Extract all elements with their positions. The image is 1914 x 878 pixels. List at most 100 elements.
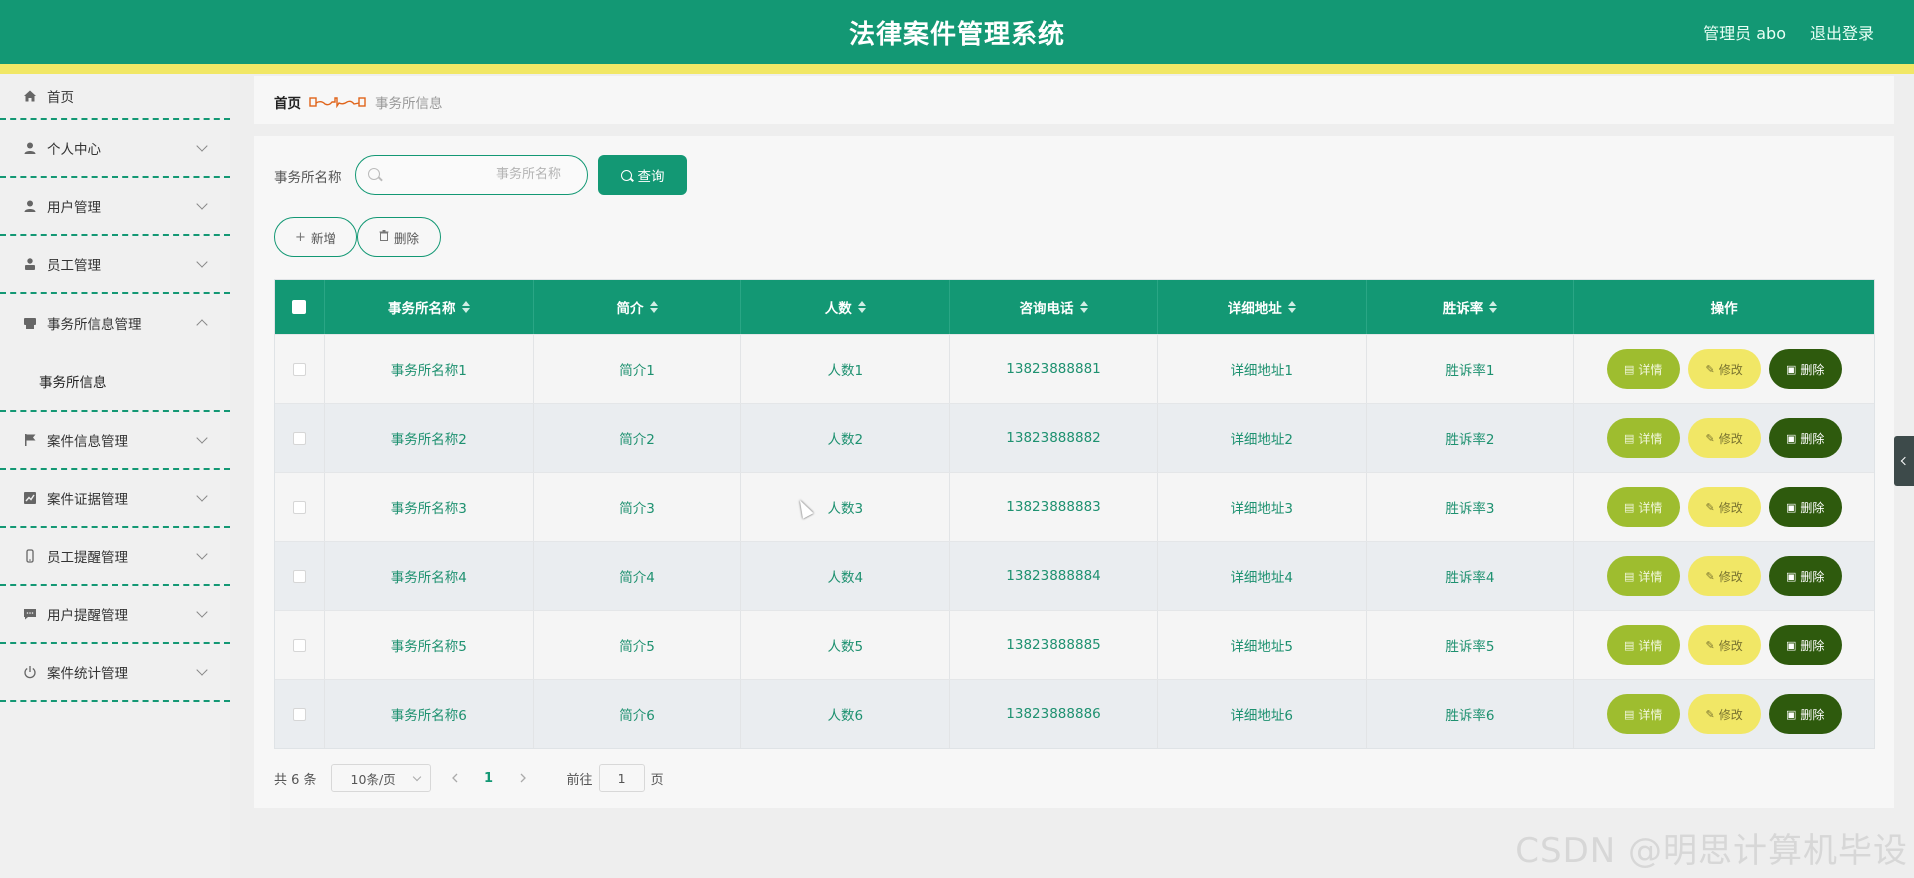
column-header[interactable]: 简介 [534, 280, 742, 334]
delete-button[interactable]: ▣ 删除 [1768, 556, 1842, 596]
sidebar-item-evidence-management[interactable]: 案件证据管理 [0, 470, 230, 528]
sidebar-item-firm-management[interactable]: 事务所信息管理 [0, 294, 230, 352]
breadcrumb-home[interactable]: 首页 [274, 92, 301, 112]
sidebar-subitem-firm-info[interactable]: 事务所信息 [0, 352, 230, 412]
delete-button[interactable]: ▣ 删除 [1768, 694, 1842, 734]
pencil-icon: ✎ [1705, 569, 1715, 583]
edit-button[interactable]: ✎ 修改 [1687, 556, 1761, 596]
delete-button[interactable]: ▣ 删除 [1768, 625, 1842, 665]
page-number[interactable]: 1 [479, 771, 499, 786]
row-checkbox[interactable] [292, 707, 306, 721]
table-body: 事务所名称1 简介1 人数1 13823888881 详细地址1 胜诉率1 ▤ 详情 ✎ 修改 ▣ 删… [275, 334, 1874, 748]
column-header-label: 人数 [824, 301, 852, 317]
row-actions: ▤ 详情 ✎ 修改 ▣ 删除 [1574, 473, 1874, 541]
detail-button[interactable]: ▤ 详情 [1606, 556, 1680, 596]
cell-value: 详细地址6 [1230, 708, 1294, 724]
page-size-select[interactable]: 10条/页 [330, 764, 431, 792]
column-header[interactable]: 事务所名称 [325, 280, 534, 334]
goto-page-input[interactable] [598, 764, 645, 792]
table-cell-count: 人数3 [741, 473, 951, 541]
pencil-icon: ✎ [1705, 638, 1715, 652]
logout-link[interactable]: 退出登录 [1810, 20, 1874, 44]
breadcrumb-current: 事务所信息 [375, 96, 443, 112]
sidebar-item-home[interactable]: 首页 [0, 74, 230, 120]
table-cell-rate: 胜诉率3 [1367, 473, 1575, 541]
delete-label: 删除 [1800, 569, 1825, 584]
detail-label: 详情 [1638, 707, 1663, 722]
next-page-button[interactable] [509, 764, 537, 792]
table-header: 事务所名称 简介 人数 咨询电话 详细地址 胜诉率 操作 [275, 280, 1874, 334]
column-header-label: 详细地址 [1227, 301, 1282, 317]
cell-value: 胜诉率3 [1445, 501, 1495, 517]
edit-button[interactable]: ✎ 修改 [1687, 349, 1761, 389]
column-header[interactable]: 人数 [741, 280, 951, 334]
search-icon [620, 169, 632, 181]
table-cell-name: 事务所名称3 [325, 473, 534, 541]
user-icon [22, 256, 38, 272]
trash-icon: ▣ [1785, 500, 1797, 514]
sidebar-item-case-statistics[interactable]: 案件统计管理 [0, 644, 230, 702]
edit-button[interactable]: ✎ 修改 [1687, 487, 1761, 527]
column-header[interactable]: 详细地址 [1158, 280, 1367, 334]
trash-icon: ▣ [1785, 638, 1797, 652]
detail-label: 详情 [1638, 362, 1663, 377]
row-checkbox[interactable] [292, 431, 306, 445]
delete-button[interactable]: ▣ 删除 [1768, 487, 1842, 527]
row-checkbox[interactable] [292, 362, 306, 376]
detail-button[interactable]: ▤ 详情 [1606, 694, 1680, 734]
chevron-up-icon [196, 319, 208, 331]
cell-value: 简介2 [619, 432, 655, 448]
cell-value: 事务所名称5 [390, 639, 467, 655]
cell-value: 简介1 [619, 363, 655, 379]
document-icon: ▤ [1623, 569, 1635, 583]
table-cell-rate: 胜诉率5 [1367, 611, 1575, 679]
row-actions: ▤ 详情 ✎ 修改 ▣ 删除 [1574, 680, 1874, 748]
row-checkbox[interactable] [292, 569, 306, 583]
document-icon: ▤ [1623, 638, 1635, 652]
table-row: 事务所名称3 简介3 人数3 13823888883 详细地址3 胜诉率3 ▤ 详情 ✎ 修改 ▣ 删… [275, 472, 1874, 541]
chart-icon [22, 490, 38, 506]
column-header[interactable]: 咨询电话 [950, 280, 1158, 334]
page-suffix: 页 [650, 772, 664, 788]
table-cell-address: 详细地址2 [1158, 404, 1367, 472]
table-cell-intro: 简介3 [534, 473, 742, 541]
detail-button[interactable]: ▤ 详情 [1606, 487, 1680, 527]
search-input[interactable] [386, 156, 581, 193]
sidebar-item-case-management[interactable]: 案件信息管理 [0, 412, 230, 470]
edit-button[interactable]: ✎ 修改 [1687, 418, 1761, 458]
detail-button[interactable]: ▤ 详情 [1606, 625, 1680, 665]
delete-button[interactable]: ▣ 删除 [1768, 349, 1842, 389]
sidebar-item-staff-management[interactable]: 员工管理 [0, 236, 230, 294]
document-icon: ▤ [1623, 431, 1635, 445]
row-checkbox[interactable] [292, 500, 306, 514]
table-cell-rate: 胜诉率4 [1367, 542, 1575, 610]
query-button[interactable]: 查询 [598, 155, 687, 195]
sidebar-item-personal-center[interactable]: 个人中心 [0, 120, 230, 178]
table-cell-rate: 胜诉率6 [1367, 680, 1575, 748]
edit-button[interactable]: ✎ 修改 [1687, 625, 1761, 665]
collapse-panel-tab[interactable] [1894, 436, 1914, 486]
sidebar-item-staff-reminder[interactable]: 员工提醒管理 [0, 528, 230, 586]
sidebar-item-user-management[interactable]: 用户管理 [0, 178, 230, 236]
cell-value: 详细地址3 [1230, 501, 1294, 517]
row-checkbox[interactable] [292, 638, 306, 652]
table-cell-count: 人数4 [741, 542, 951, 610]
batch-delete-button[interactable]: 删除 [357, 217, 441, 257]
detail-button[interactable]: ▤ 详情 [1606, 349, 1680, 389]
select-all-checkbox[interactable] [292, 300, 307, 314]
table-cell-count: 人数1 [741, 335, 951, 403]
detail-button[interactable]: ▤ 详情 [1606, 418, 1680, 458]
chat-icon [22, 606, 38, 622]
column-header-label: 事务所名称 [388, 301, 456, 317]
home-icon [22, 88, 38, 104]
add-button[interactable]: + 新增 [274, 217, 357, 257]
table-cell-intro: 简介1 [534, 335, 742, 403]
sidebar-item-user-reminder[interactable]: 用户提醒管理 [0, 586, 230, 644]
table-cell-address: 详细地址6 [1158, 680, 1367, 748]
prev-page-button[interactable] [441, 764, 469, 792]
delete-button[interactable]: ▣ 删除 [1768, 418, 1842, 458]
sidebar-item-label: 首页 [47, 90, 74, 106]
column-header[interactable]: 胜诉率 [1367, 280, 1575, 334]
edit-button[interactable]: ✎ 修改 [1687, 694, 1761, 734]
top-bar: 法律案件管理系统 管理员 abo 退出登录 [0, 0, 1914, 64]
